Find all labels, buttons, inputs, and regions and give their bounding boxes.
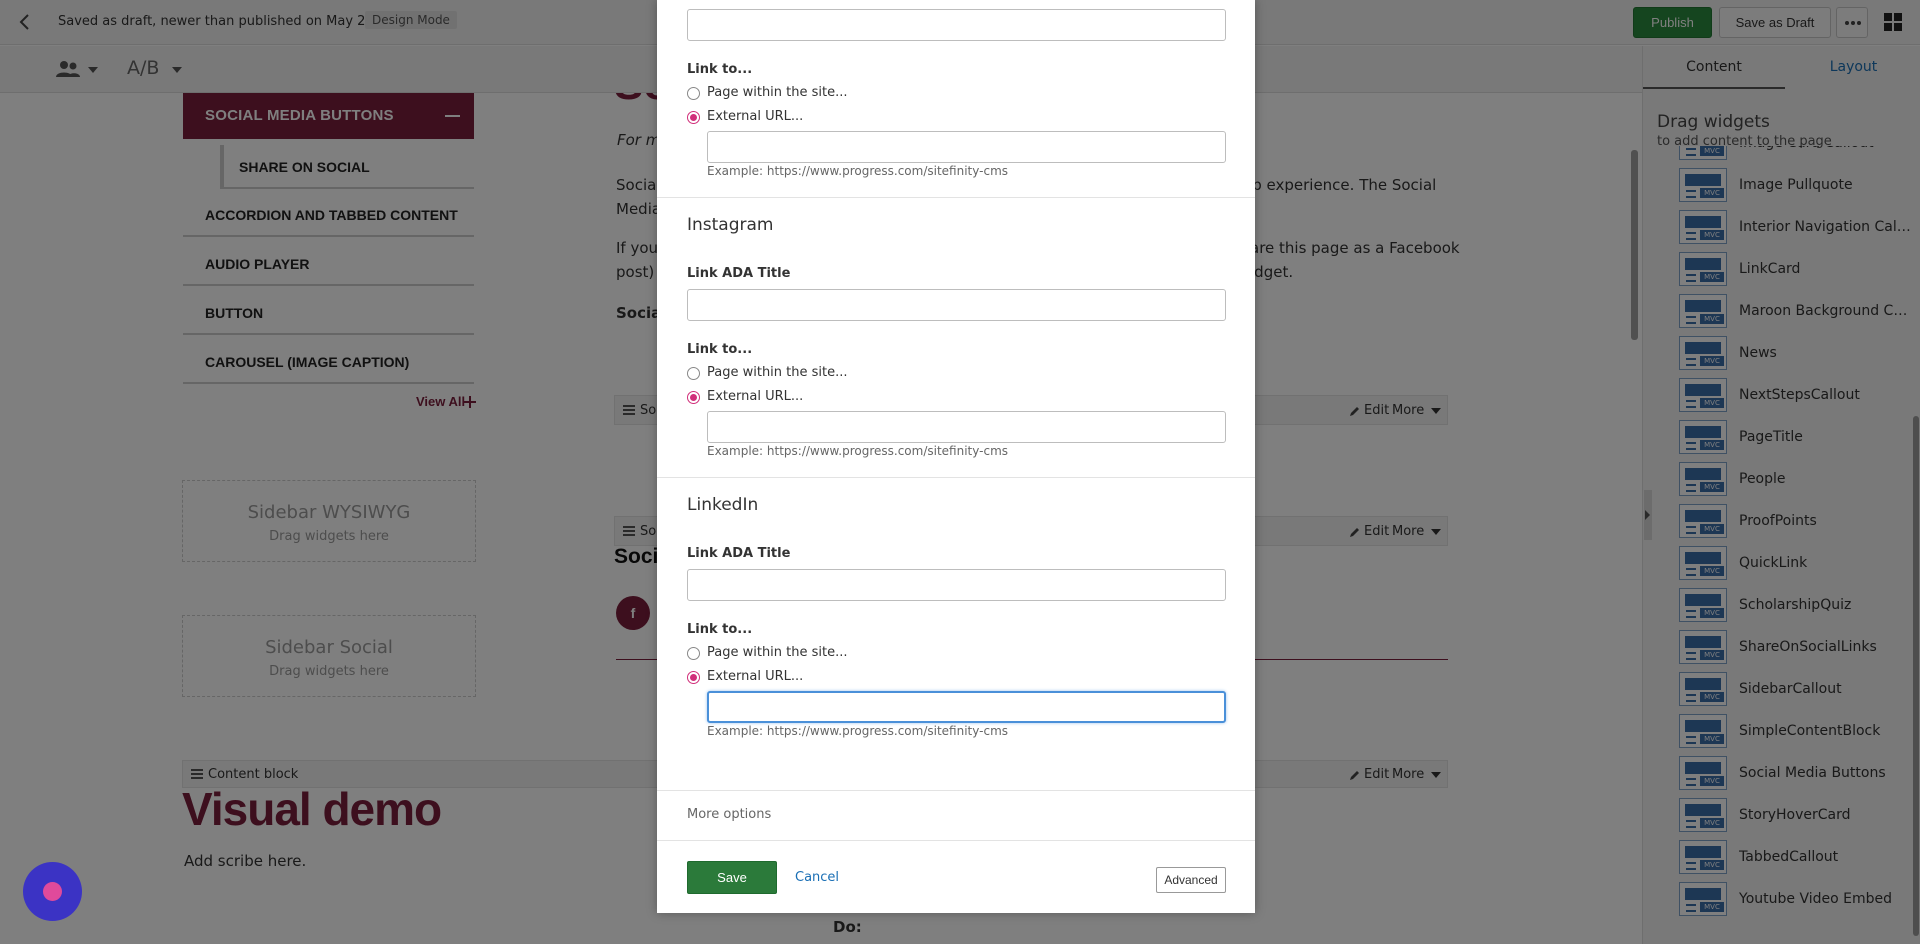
- link-to-label: Link to...: [687, 62, 753, 77]
- linkedin-section-title: LinkedIn: [687, 495, 759, 515]
- instagram-page-within-site-label[interactable]: Page within the site...: [707, 365, 848, 380]
- footer-divider: [657, 840, 1255, 841]
- instagram-page-within-site-radio[interactable]: [687, 367, 700, 380]
- more-options-toggle[interactable]: More options: [687, 807, 771, 822]
- instagram-external-url-radio[interactable]: [687, 391, 700, 404]
- save-button[interactable]: Save: [687, 861, 777, 894]
- section-divider: [657, 477, 1255, 478]
- instagram-link-to-label: Link to...: [687, 342, 753, 357]
- url-example-hint: Example: https://www.progress.com/sitefi…: [707, 444, 1009, 458]
- instagram-external-url-label[interactable]: External URL...: [707, 389, 803, 404]
- section-divider: [657, 790, 1255, 791]
- external-url-label[interactable]: External URL...: [707, 109, 803, 124]
- cancel-link[interactable]: Cancel: [795, 870, 839, 885]
- chat-launcher-button[interactable]: [23, 862, 82, 921]
- instagram-external-url-input[interactable]: [707, 411, 1226, 443]
- section-divider: [657, 197, 1255, 198]
- linkedin-external-url-input[interactable]: [707, 691, 1226, 723]
- instagram-section-title: Instagram: [687, 215, 774, 235]
- linkedin-ada-title-input[interactable]: [687, 569, 1226, 601]
- page-within-site-radio[interactable]: [687, 87, 700, 100]
- linkedin-page-within-site-radio[interactable]: [687, 647, 700, 660]
- advanced-button[interactable]: Advanced: [1156, 867, 1226, 893]
- linkedin-link-to-label: Link to...: [687, 622, 753, 637]
- previous-external-url-input[interactable]: [707, 131, 1226, 163]
- linkedin-page-within-site-label[interactable]: Page within the site...: [707, 645, 848, 660]
- page-within-site-label[interactable]: Page within the site...: [707, 85, 848, 100]
- url-example-hint: Example: https://www.progress.com/sitefi…: [707, 164, 1009, 178]
- external-url-radio[interactable]: [687, 111, 700, 124]
- linkedin-ada-title-label: Link ADA Title: [687, 546, 791, 561]
- instagram-ada-title-label: Link ADA Title: [687, 266, 791, 281]
- social-links-edit-dialog: Link to... Page within the site... Exter…: [657, 0, 1255, 913]
- instagram-ada-title-input[interactable]: [687, 289, 1226, 321]
- linkedin-external-url-label[interactable]: External URL...: [707, 669, 803, 684]
- url-example-hint: Example: https://www.progress.com/sitefi…: [707, 724, 1009, 738]
- linkedin-external-url-radio[interactable]: [687, 671, 700, 684]
- previous-ada-title-input[interactable]: [687, 9, 1226, 41]
